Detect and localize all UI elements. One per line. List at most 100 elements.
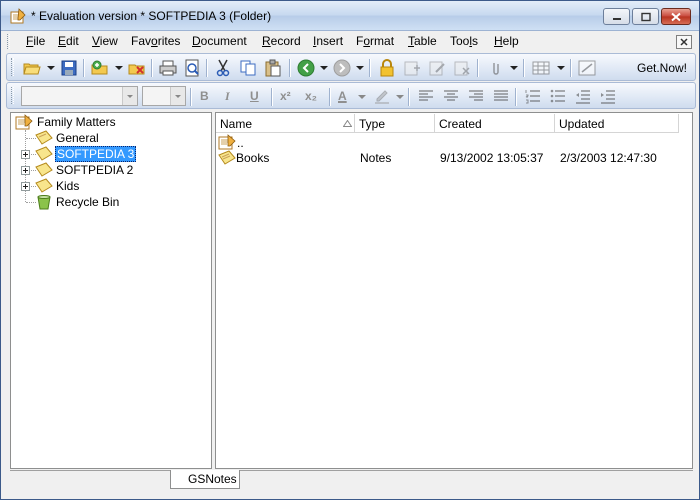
size-combo[interactable] bbox=[142, 86, 186, 106]
align-right-icon[interactable] bbox=[467, 87, 485, 105]
delete-icon[interactable] bbox=[128, 59, 146, 77]
font-color-button[interactable]: A bbox=[338, 89, 347, 103]
menu-record[interactable]: Record bbox=[262, 34, 301, 48]
paste-icon[interactable] bbox=[264, 59, 282, 77]
numbered-list-icon[interactable] bbox=[524, 87, 542, 105]
tree-item-softpedia-3[interactable]: SOFTPEDIA 3 bbox=[35, 146, 205, 162]
list-row-parent[interactable]: .. bbox=[218, 134, 678, 150]
new-note-icon[interactable] bbox=[403, 59, 421, 77]
tree-item-kids[interactable]: Kids bbox=[35, 178, 205, 194]
attach-icon[interactable] bbox=[487, 59, 505, 77]
minimize-icon bbox=[612, 17, 621, 20]
menu-edit[interactable]: Edit bbox=[58, 34, 79, 48]
font-combo[interactable] bbox=[21, 86, 138, 106]
expand-icon[interactable] bbox=[21, 182, 30, 191]
back-icon[interactable] bbox=[297, 59, 315, 77]
document-close-button[interactable] bbox=[676, 35, 692, 49]
justify-icon[interactable] bbox=[492, 87, 510, 105]
maximize-button[interactable] bbox=[632, 8, 659, 25]
tree-root-label: Family Matters bbox=[37, 115, 116, 129]
underline-button[interactable]: U bbox=[250, 89, 259, 103]
decrease-indent-icon[interactable] bbox=[574, 87, 592, 105]
font-color-dropdown[interactable] bbox=[358, 95, 366, 99]
folder-tree[interactable]: Family Matters General SOFTPEDIA 3 SOFTP… bbox=[10, 112, 212, 469]
column-header-label: Type bbox=[359, 117, 386, 131]
row-created: 9/13/2002 13:05:37 bbox=[440, 151, 544, 165]
print-icon[interactable] bbox=[159, 59, 177, 77]
menu-table[interactable]: Table bbox=[408, 34, 437, 48]
close-button[interactable] bbox=[661, 8, 691, 25]
edit-note-icon[interactable] bbox=[428, 59, 446, 77]
menu-view[interactable]: View bbox=[92, 34, 118, 48]
toolbar-grip[interactable] bbox=[11, 58, 14, 76]
italic-button[interactable]: I bbox=[225, 89, 230, 104]
row-type: Notes bbox=[360, 151, 392, 165]
toolbar-grip[interactable] bbox=[11, 87, 14, 104]
align-center-icon[interactable] bbox=[442, 87, 460, 105]
forward-dropdown[interactable] bbox=[356, 66, 364, 70]
toolbar-separator bbox=[523, 59, 525, 77]
menubar-grip[interactable] bbox=[7, 34, 10, 49]
menu-help[interactable]: Help bbox=[494, 34, 519, 48]
menu-file[interactable]: File bbox=[26, 34, 45, 48]
print-preview-icon[interactable] bbox=[183, 59, 201, 77]
chevron-down-icon[interactable] bbox=[170, 87, 185, 105]
back-dropdown[interactable] bbox=[320, 66, 328, 70]
cut-icon[interactable] bbox=[214, 59, 232, 77]
menu-document[interactable]: Document bbox=[192, 34, 247, 48]
open-dropdown[interactable] bbox=[47, 66, 55, 70]
delete-note-icon[interactable] bbox=[453, 59, 471, 77]
bulleted-list-icon[interactable] bbox=[549, 87, 567, 105]
align-left-icon[interactable] bbox=[417, 87, 435, 105]
tab-gsnotes[interactable]: GSNotes bbox=[170, 470, 240, 489]
recycle-bin-icon bbox=[37, 195, 51, 210]
format-toolbar: B I U x² x₂ A bbox=[6, 82, 696, 109]
menu-format[interactable]: Format bbox=[356, 34, 394, 48]
attach-dropdown[interactable] bbox=[510, 66, 518, 70]
folder-icon bbox=[35, 162, 53, 177]
tree-root[interactable]: Family Matters bbox=[15, 114, 205, 130]
toolbar-separator bbox=[206, 59, 208, 77]
expand-icon[interactable] bbox=[21, 166, 30, 175]
column-header-type[interactable]: Type bbox=[355, 114, 435, 133]
column-header-created[interactable]: Created bbox=[435, 114, 555, 133]
bold-button[interactable]: B bbox=[200, 89, 209, 103]
toolbar-separator bbox=[271, 88, 273, 106]
menu-favorites[interactable]: Favorites bbox=[131, 34, 180, 48]
title-bar[interactable]: * Evaluation version * SOFTPEDIA 3 (Fold… bbox=[1, 1, 699, 31]
window-title: * Evaluation version * SOFTPEDIA 3 (Fold… bbox=[31, 9, 272, 23]
menu-tools[interactable]: Tools bbox=[450, 34, 478, 48]
subscript-button[interactable]: x₂ bbox=[305, 89, 317, 103]
list-row[interactable]: Books Notes 9/13/2002 13:05:37 2/3/2003 … bbox=[218, 150, 678, 166]
new-folder-icon[interactable] bbox=[91, 59, 109, 77]
expand-icon[interactable] bbox=[21, 150, 30, 159]
tree-item-label: SOFTPEDIA 3 bbox=[55, 146, 137, 162]
open-icon[interactable] bbox=[23, 59, 41, 77]
lock-icon[interactable] bbox=[378, 59, 396, 77]
new-dropdown[interactable] bbox=[115, 66, 123, 70]
increase-indent-icon[interactable] bbox=[599, 87, 617, 105]
tree-item-softpedia-2[interactable]: SOFTPEDIA 2 bbox=[35, 162, 205, 178]
column-header-updated[interactable]: Updated bbox=[555, 114, 679, 133]
menu-insert[interactable]: Insert bbox=[313, 34, 343, 48]
minimize-button[interactable] bbox=[603, 8, 630, 25]
link-icon[interactable] bbox=[578, 59, 596, 77]
tree-item-general[interactable]: General bbox=[35, 130, 205, 146]
save-icon[interactable] bbox=[60, 59, 78, 77]
close-icon bbox=[671, 12, 681, 21]
notebook-tabbar: GSNotes bbox=[10, 470, 693, 490]
highlight-dropdown[interactable] bbox=[396, 95, 404, 99]
table-icon[interactable] bbox=[532, 59, 550, 77]
superscript-button[interactable]: x² bbox=[280, 89, 291, 103]
record-list[interactable]: Name Type Created Updated .. Books Notes… bbox=[215, 112, 693, 469]
highlight-icon[interactable] bbox=[373, 87, 391, 105]
tree-item-label: Kids bbox=[56, 179, 80, 193]
forward-icon[interactable] bbox=[333, 59, 351, 77]
copy-icon[interactable] bbox=[239, 59, 257, 77]
chevron-down-icon[interactable] bbox=[122, 87, 137, 105]
toolbar-separator bbox=[477, 59, 479, 77]
tree-item-recycle-bin[interactable]: Recycle Bin bbox=[35, 194, 205, 210]
get-now-button[interactable]: Get.Now! bbox=[637, 61, 687, 75]
column-header-name[interactable]: Name bbox=[216, 114, 355, 133]
table-dropdown[interactable] bbox=[557, 66, 565, 70]
